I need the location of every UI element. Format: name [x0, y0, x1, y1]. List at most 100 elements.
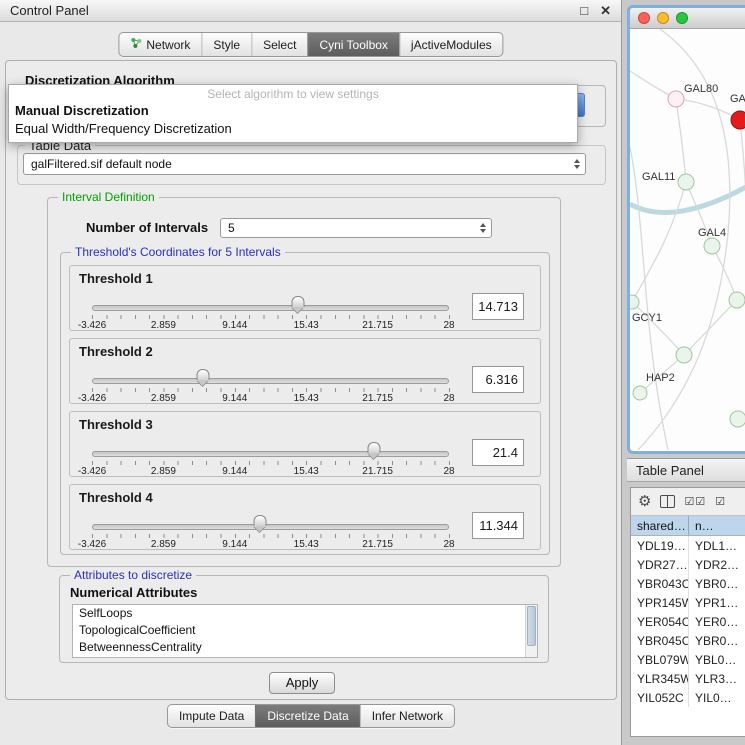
scale-label: 28: [443, 393, 454, 404]
scale-label: 2.859: [151, 539, 176, 550]
network-node[interactable]: [678, 174, 694, 190]
list-item[interactable]: TopologicalCoefficient: [73, 622, 537, 639]
table-header-row: shared… n…: [631, 516, 745, 536]
tab-impute-data[interactable]: Impute Data: [168, 705, 255, 727]
network-node[interactable]: [630, 295, 639, 309]
threshold-1-value-field[interactable]: 14.713: [472, 293, 524, 320]
threshold-3-panel: Threshold 3 -3.4262.8599.14415.4321.7152…: [69, 411, 541, 477]
cell-name: YBR0…: [689, 631, 745, 650]
scale-label: 9.144: [222, 393, 247, 404]
minimize-button[interactable]: [657, 12, 669, 24]
scrollbar-thumb[interactable]: [527, 606, 536, 646]
scale-label: 2.859: [151, 466, 176, 477]
table-row[interactable]: YIL052CYIL0…: [631, 688, 745, 707]
table-panel-window: ⚙ ☑☑ ☑ shared… n… YDL19…YDL1…YDR27…YDR2……: [630, 487, 745, 737]
threshold-4-label: Threshold 4: [79, 490, 153, 505]
table-row[interactable]: YBR045CYBR0…: [631, 631, 745, 650]
table-row[interactable]: YBR043CYBR0…: [631, 574, 745, 593]
table-row[interactable]: YDR27…YDR2…: [631, 555, 745, 574]
updown-arrows-icon: [480, 223, 486, 233]
slider-ticks: [92, 388, 450, 392]
threshold-3-value-field[interactable]: 21.4: [472, 439, 524, 466]
network-node[interactable]: [704, 238, 720, 254]
cell-shared-name: YLR345W: [631, 669, 689, 688]
table-row[interactable]: YER054CYER0…: [631, 612, 745, 631]
network-canvas[interactable]: GAL80GAGAL11GAL4GCY1HAP2: [630, 29, 745, 450]
deselect-columns-icon[interactable]: ☑: [715, 495, 726, 508]
slider-thumb[interactable]: [196, 369, 209, 380]
table-row[interactable]: YBL079WYBL0…: [631, 650, 745, 669]
float-window-icon[interactable]: □: [580, 4, 588, 17]
network-node[interactable]: [668, 91, 684, 107]
network-edge: [676, 99, 686, 182]
tab-network[interactable]: Network: [119, 33, 201, 56]
slider-ticks: [92, 315, 450, 319]
cell-name: YER0…: [689, 612, 745, 631]
table-data-combobox[interactable]: galFiltered.sif default node: [23, 153, 586, 175]
close-window-icon[interactable]: ✕: [600, 4, 611, 17]
threshold-1-panel: Threshold 1 -3.4262.8599.14415.4321.7152…: [69, 265, 541, 331]
slider-thumb[interactable]: [368, 442, 381, 453]
thresholds-group-title: Threshold's Coordinates for 5 Intervals: [71, 245, 285, 259]
apply-button[interactable]: Apply: [269, 672, 335, 694]
slider-thumb[interactable]: [292, 296, 305, 307]
list-item[interactable]: SelfLoops: [73, 605, 537, 622]
network-edge: [632, 182, 686, 302]
network-view-window: GAL80GAGAL11GAL4GCY1HAP2: [627, 5, 745, 454]
cyni-toolbox-panel: Discretization Algorithm Table Data galF…: [5, 60, 617, 700]
number-of-intervals-label: Number of Intervals: [86, 220, 208, 235]
select-columns-icon[interactable]: ☑☑: [684, 495, 706, 508]
network-node[interactable]: [731, 111, 745, 129]
network-node[interactable]: [729, 292, 745, 308]
attributes-group: Attributes to discretize Numerical Attri…: [59, 575, 549, 663]
cell-shared-name: YBR043C: [631, 574, 689, 593]
number-of-intervals-combobox[interactable]: 5: [220, 218, 492, 238]
popup-option[interactable]: Equal Width/Frequency Discretization: [9, 119, 577, 137]
table-row[interactable]: YLR345WYLR3…: [631, 669, 745, 688]
network-node[interactable]: [633, 386, 647, 400]
cell-shared-name: YBR045C: [631, 631, 689, 650]
column-header-name[interactable]: n…: [689, 516, 745, 535]
network-edge: [630, 187, 745, 212]
scale-label: 28: [443, 466, 454, 477]
node-label: GA: [730, 93, 745, 105]
attributes-list[interactable]: SelfLoopsTopologicalCoefficientBetweenne…: [72, 604, 538, 658]
slider-thumb[interactable]: [253, 515, 266, 526]
threshold-2-panel: Threshold 2 -3.4262.8599.14415.4321.7152…: [69, 338, 541, 404]
tab-discretize-data[interactable]: Discretize Data: [255, 705, 359, 727]
threshold-2-value-field[interactable]: 6.316: [472, 366, 524, 393]
gear-icon[interactable]: ⚙: [638, 494, 651, 509]
interval-definition-title: Interval Definition: [58, 190, 159, 204]
tab-style[interactable]: Style: [201, 33, 251, 56]
network-node[interactable]: [676, 347, 692, 363]
algorithm-dropdown-popup: Select algorithm to view settingsManual …: [8, 84, 578, 143]
list-scrollbar[interactable]: [525, 605, 537, 657]
network-icon: [130, 37, 142, 52]
list-item[interactable]: BetweennessCentrality: [73, 639, 537, 656]
threshold-2-label: Threshold 2: [79, 344, 153, 359]
tab-cyni-toolbox[interactable]: Cyni Toolbox: [307, 33, 398, 56]
table-panel-header[interactable]: Table Panel: [627, 458, 745, 482]
tab-jactivemodules[interactable]: jActiveModules: [399, 33, 503, 56]
tab-select[interactable]: Select: [251, 33, 307, 56]
network-node[interactable]: [730, 411, 745, 427]
interval-definition-group: Interval Definition Number of Intervals …: [47, 197, 561, 567]
close-button[interactable]: [638, 12, 650, 24]
table-row[interactable]: YDL19…YDL1…: [631, 536, 745, 555]
attributes-group-title: Attributes to discretize: [70, 568, 196, 582]
threshold-4-value-field[interactable]: 11.344: [472, 512, 524, 539]
column-header-shared-name[interactable]: shared…: [631, 516, 689, 535]
scale-label: 21.715: [362, 466, 393, 477]
columns-icon[interactable]: [660, 495, 675, 508]
cell-shared-name: YDL19…: [631, 536, 689, 555]
table-row[interactable]: YPR145WYPR1…: [631, 593, 745, 612]
zoom-button[interactable]: [676, 12, 688, 24]
slider-scale: -3.4262.8599.14415.4321.71528: [92, 539, 449, 550]
cell-name: YLR3…: [689, 669, 745, 688]
tab-infer-network[interactable]: Infer Network: [360, 705, 454, 727]
scale-label: 21.715: [362, 393, 393, 404]
popup-option[interactable]: Manual Discretization: [9, 101, 577, 119]
scale-label: 15.43: [294, 466, 319, 477]
cell-shared-name: YDR27…: [631, 555, 689, 574]
scale-label: 2.859: [151, 320, 176, 331]
